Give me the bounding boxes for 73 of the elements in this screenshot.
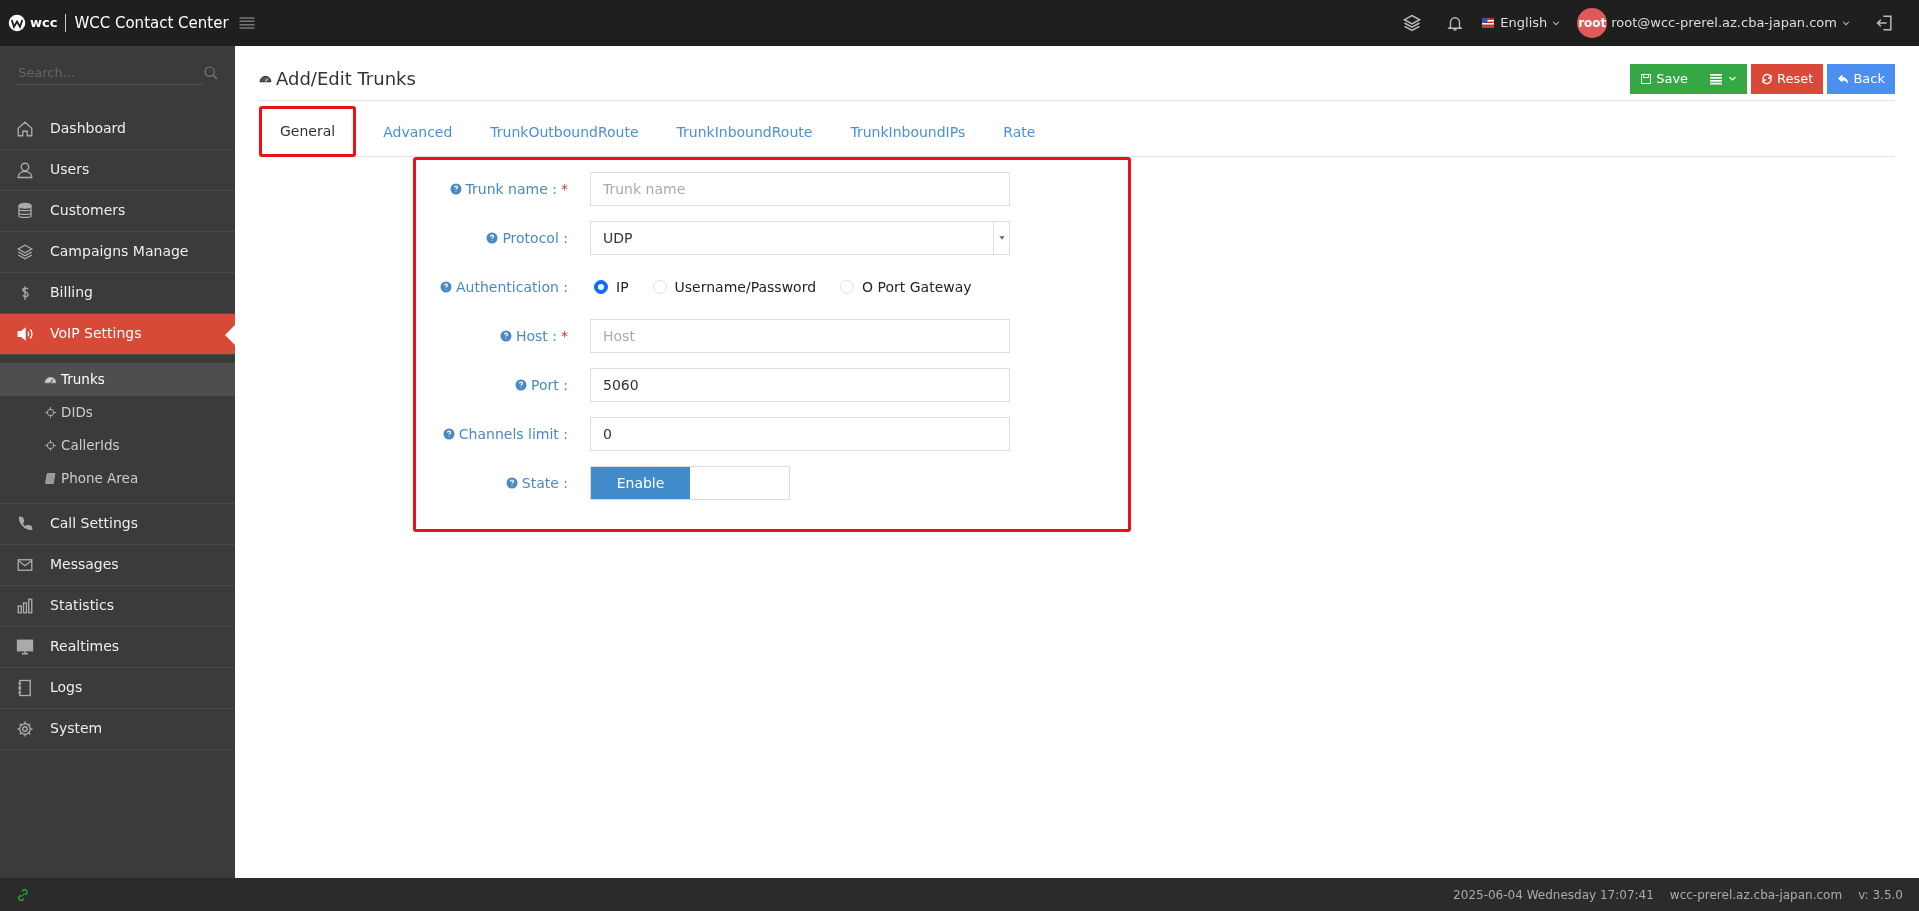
- home-icon: [16, 119, 34, 138]
- page-title: Add/Edit Trunks: [276, 67, 416, 92]
- required-asterisk: *: [561, 326, 568, 346]
- logo: wcc: [8, 13, 58, 33]
- field-label: Trunk name :: [465, 179, 557, 199]
- monitor-icon: [16, 637, 34, 656]
- crosshair-icon: [44, 405, 57, 419]
- footer-host: wcc-prerel.az.cba-japan.com: [1669, 886, 1843, 904]
- chevron-down-icon: [1841, 18, 1851, 28]
- input-field[interactable]: Trunk name: [590, 172, 1010, 206]
- sidebar-subitem[interactable]: DIDs: [0, 395, 235, 429]
- gear-icon: [16, 719, 34, 738]
- bell-icon[interactable]: [1446, 14, 1465, 32]
- sidebar-subitem[interactable]: Trunks: [0, 362, 235, 396]
- flag-icon: [1480, 17, 1497, 29]
- layers-icon[interactable]: [1402, 13, 1423, 33]
- question-circle-icon: [515, 379, 528, 391]
- footer-datetime: 2025-06-04 Wednesday 17:07:41: [1453, 886, 1654, 904]
- chevron-down-icon: [1551, 18, 1562, 28]
- list-menu-button[interactable]: [1698, 64, 1748, 94]
- logo-mark-icon: [8, 14, 26, 32]
- question-circle-icon: [440, 281, 453, 293]
- logout-icon[interactable]: [1875, 13, 1895, 33]
- required-asterisk: *: [561, 179, 568, 199]
- app-title: WCC Contact Center: [74, 12, 229, 34]
- search-icon: [203, 65, 219, 82]
- field-label: State :: [521, 473, 568, 493]
- sidebar-item[interactable]: VoIP Settings: [0, 313, 235, 355]
- bar-chart-icon: [16, 596, 34, 615]
- tab[interactable]: General: [259, 105, 357, 157]
- speaker-icon: [16, 324, 34, 343]
- divider: [65, 14, 67, 32]
- chevron-down-icon: [1728, 74, 1738, 84]
- question-circle-icon: [449, 183, 462, 195]
- caret-down-icon: [997, 234, 1006, 242]
- field-label: Host :: [515, 326, 557, 346]
- sidebar-item[interactable]: Customers: [0, 190, 235, 232]
- layers-icon: [16, 242, 34, 261]
- question-circle-icon: [505, 477, 518, 489]
- language-selector[interactable]: English: [1500, 13, 1548, 33]
- footer-version: v: 3.5.0: [1858, 886, 1903, 904]
- user-avatar[interactable]: root: [1577, 8, 1608, 38]
- crosshair-icon: [44, 438, 57, 452]
- radio-label[interactable]: Username/Password: [674, 276, 817, 298]
- book-icon: [44, 471, 57, 485]
- notebook-icon: [16, 678, 34, 697]
- link-icon: [16, 887, 30, 902]
- field-label: Authentication :: [456, 277, 568, 297]
- question-circle-icon: [486, 232, 499, 244]
- question-circle-icon: [442, 428, 455, 440]
- radio-label[interactable]: IP: [616, 276, 629, 298]
- radio-label[interactable]: O Port Gateway: [862, 276, 972, 298]
- reply-arrow-icon: [1837, 72, 1850, 85]
- radio-button[interactable]: [594, 280, 608, 294]
- toggle-switch[interactable]: Enable: [590, 466, 790, 500]
- reset-button[interactable]: Reset: [1751, 64, 1824, 94]
- sidebar-subitem[interactable]: Phone Area: [0, 461, 235, 495]
- input-field[interactable]: 0: [590, 417, 1010, 451]
- question-circle-icon: [499, 330, 512, 342]
- user-icon: [16, 160, 34, 179]
- database-icon: [16, 201, 34, 220]
- field-label: Channels limit :: [458, 424, 568, 444]
- user-email[interactable]: root@wcc-prerel.az.cba-japan.com: [1611, 13, 1837, 33]
- input-field[interactable]: 5060: [590, 368, 1010, 402]
- list-icon: [1708, 71, 1725, 86]
- phone-icon: [16, 514, 34, 533]
- field-label: Port :: [531, 375, 568, 395]
- select-field[interactable]: UDP: [590, 221, 1010, 255]
- sidebar-subitem[interactable]: CallerIds: [0, 428, 235, 462]
- refresh-icon: [1761, 72, 1774, 85]
- sidebar-item[interactable]: Realtimes: [0, 626, 235, 668]
- field-label: Protocol :: [502, 228, 568, 248]
- input-field[interactable]: Host: [590, 319, 1010, 353]
